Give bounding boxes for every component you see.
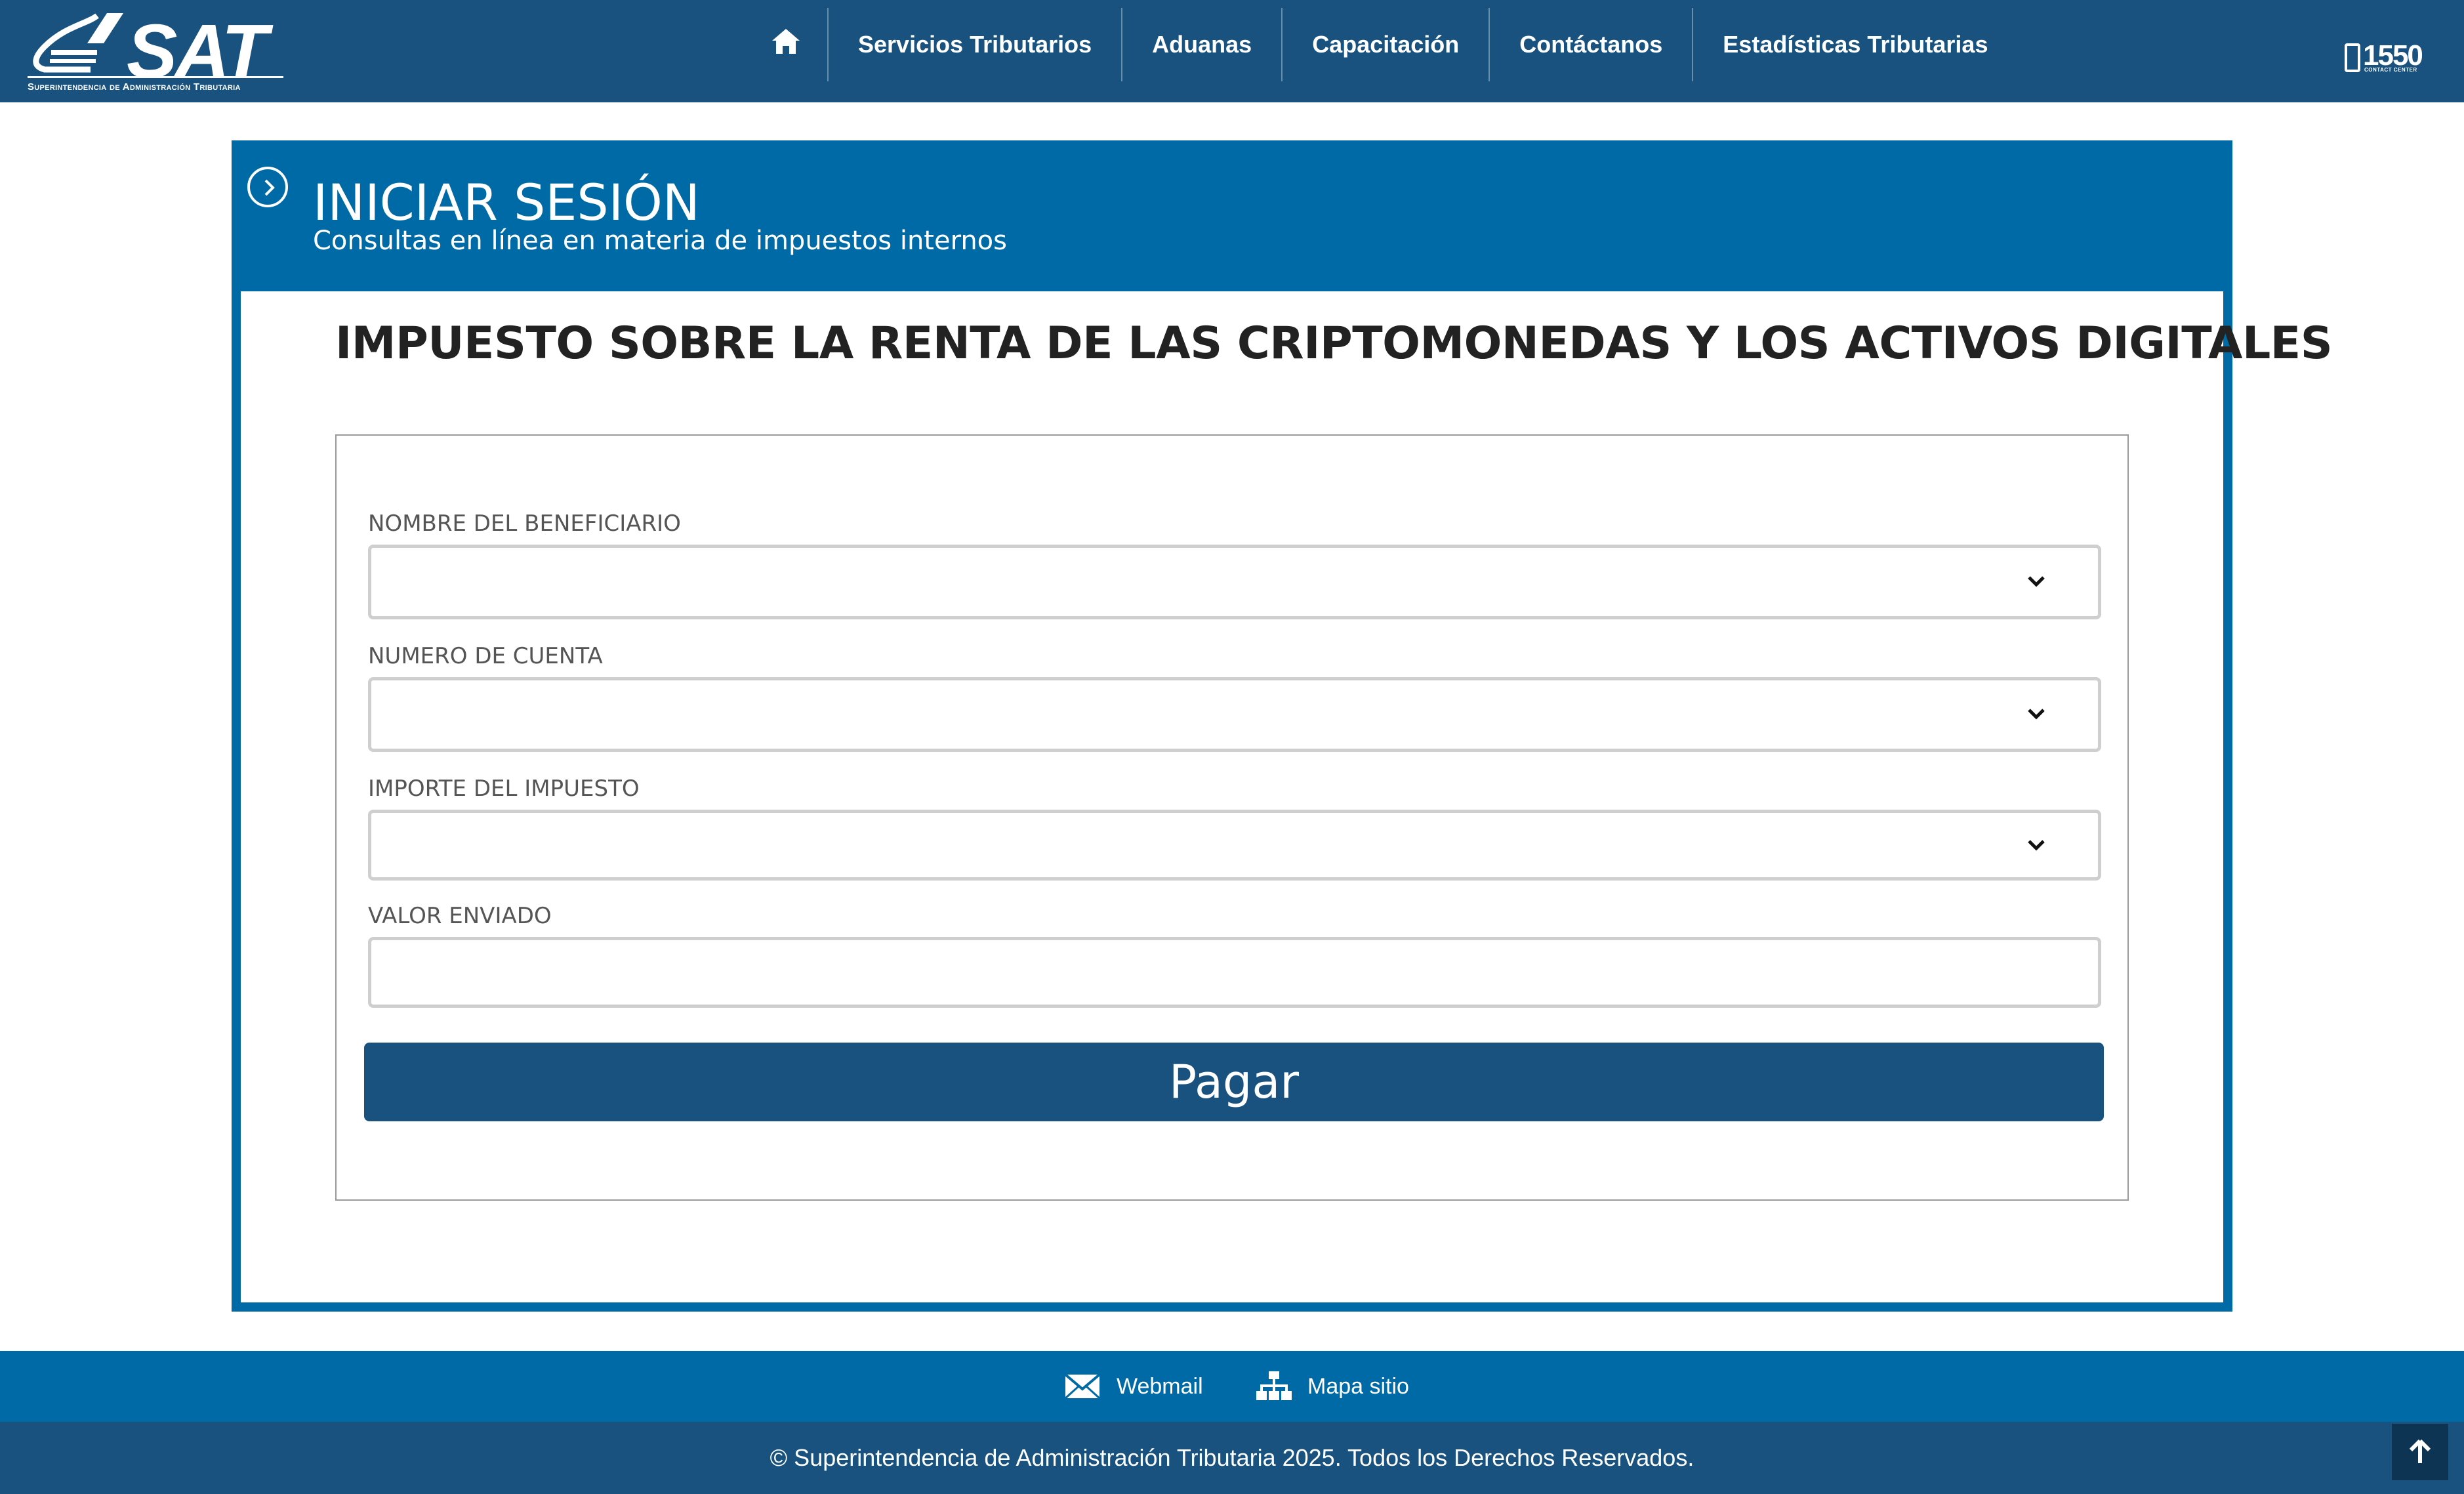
webmail-label: Webmail [1117,1373,1203,1399]
logo-rule [28,76,283,78]
account-number-select[interactable] [368,677,2101,752]
tax-amount-select[interactable] [368,810,2101,881]
account-number-label: NUMERO DE CUENTA [368,643,603,669]
top-navbar: SAT Superintendencia de Administración T… [0,0,2464,102]
footer-copyright-bar: © Superintendencia de Administración Tri… [0,1422,2464,1494]
form-heading: IMPUESTO SOBRE LA RENTA DE LAS CRIPTOMON… [335,318,2333,369]
phone-icon [2345,43,2360,72]
contact-center-label: CONTACT CENTER [2364,67,2417,73]
sent-value-input[interactable] [368,937,2101,1008]
pay-button[interactable]: Pagar [364,1043,2104,1121]
main-nav: Servicios Tributarios Aduanas Capacitaci… [745,8,2017,81]
copyright-text: © Superintendencia de Administración Tri… [770,1444,1694,1471]
nav-contactanos[interactable]: Contáctanos [1489,8,1692,81]
sitemap-link[interactable]: Mapa sitio [1256,1369,1409,1403]
home-icon [772,29,800,54]
sitemap-icon [1256,1371,1292,1400]
nav-aduanas[interactable]: Aduanas [1121,8,1281,81]
nav-servicios-tributarios[interactable]: Servicios Tributarios [827,8,1121,81]
chevron-right-circle-icon [247,167,288,207]
sent-value-label: VALOR ENVIADO [368,903,552,929]
chevron-down-icon [2028,840,2045,851]
arrow-up-icon [2409,1439,2431,1463]
webmail-link[interactable]: Webmail [1064,1369,1203,1403]
panel-title: INICIAR SESIÓN [313,173,700,232]
nav-capacitacion[interactable]: Capacitación [1281,8,1489,81]
login-panel: INICIAR SESIÓN Consultas en línea en mat… [232,140,2333,1312]
beneficiary-label: NOMBRE DEL BENEFICIARIO [368,510,681,537]
back-to-top-button[interactable] [2392,1424,2448,1480]
sat-logo[interactable]: SAT Superintendencia de Administración T… [25,10,287,96]
sitemap-label: Mapa sitio [1307,1373,1409,1399]
footer-links-bar: Webmail Mapa sitio [0,1351,2464,1422]
payment-form: NOMBRE DEL BENEFICIARIO NUMERO DE CUENTA… [335,434,2129,1201]
envelope-icon [1064,1373,1101,1400]
nav-estadisticas-tributarias[interactable]: Estadísticas Tributarias [1692,8,2017,81]
chevron-down-icon [2028,709,2045,720]
chevron-down-icon [2028,576,2045,587]
sat-logo-swoosh-icon [33,13,123,73]
logo-subtitle: Superintendencia de Administración Tribu… [28,81,241,93]
panel-header: INICIAR SESIÓN Consultas en línea en mat… [232,140,2232,290]
tax-amount-label: IMPORTE DEL IMPUESTO [368,776,640,802]
beneficiary-select[interactable] [368,545,2101,619]
panel-body: IMPUESTO SOBRE LA RENTA DE LAS CRIPTOMON… [241,291,2333,1302]
nav-home[interactable] [745,8,827,81]
panel-subtitle: Consultas en línea en materia de impuest… [313,226,1007,256]
contact-center-badge[interactable]: 1550 CONTACT CENTER [2342,39,2434,80]
